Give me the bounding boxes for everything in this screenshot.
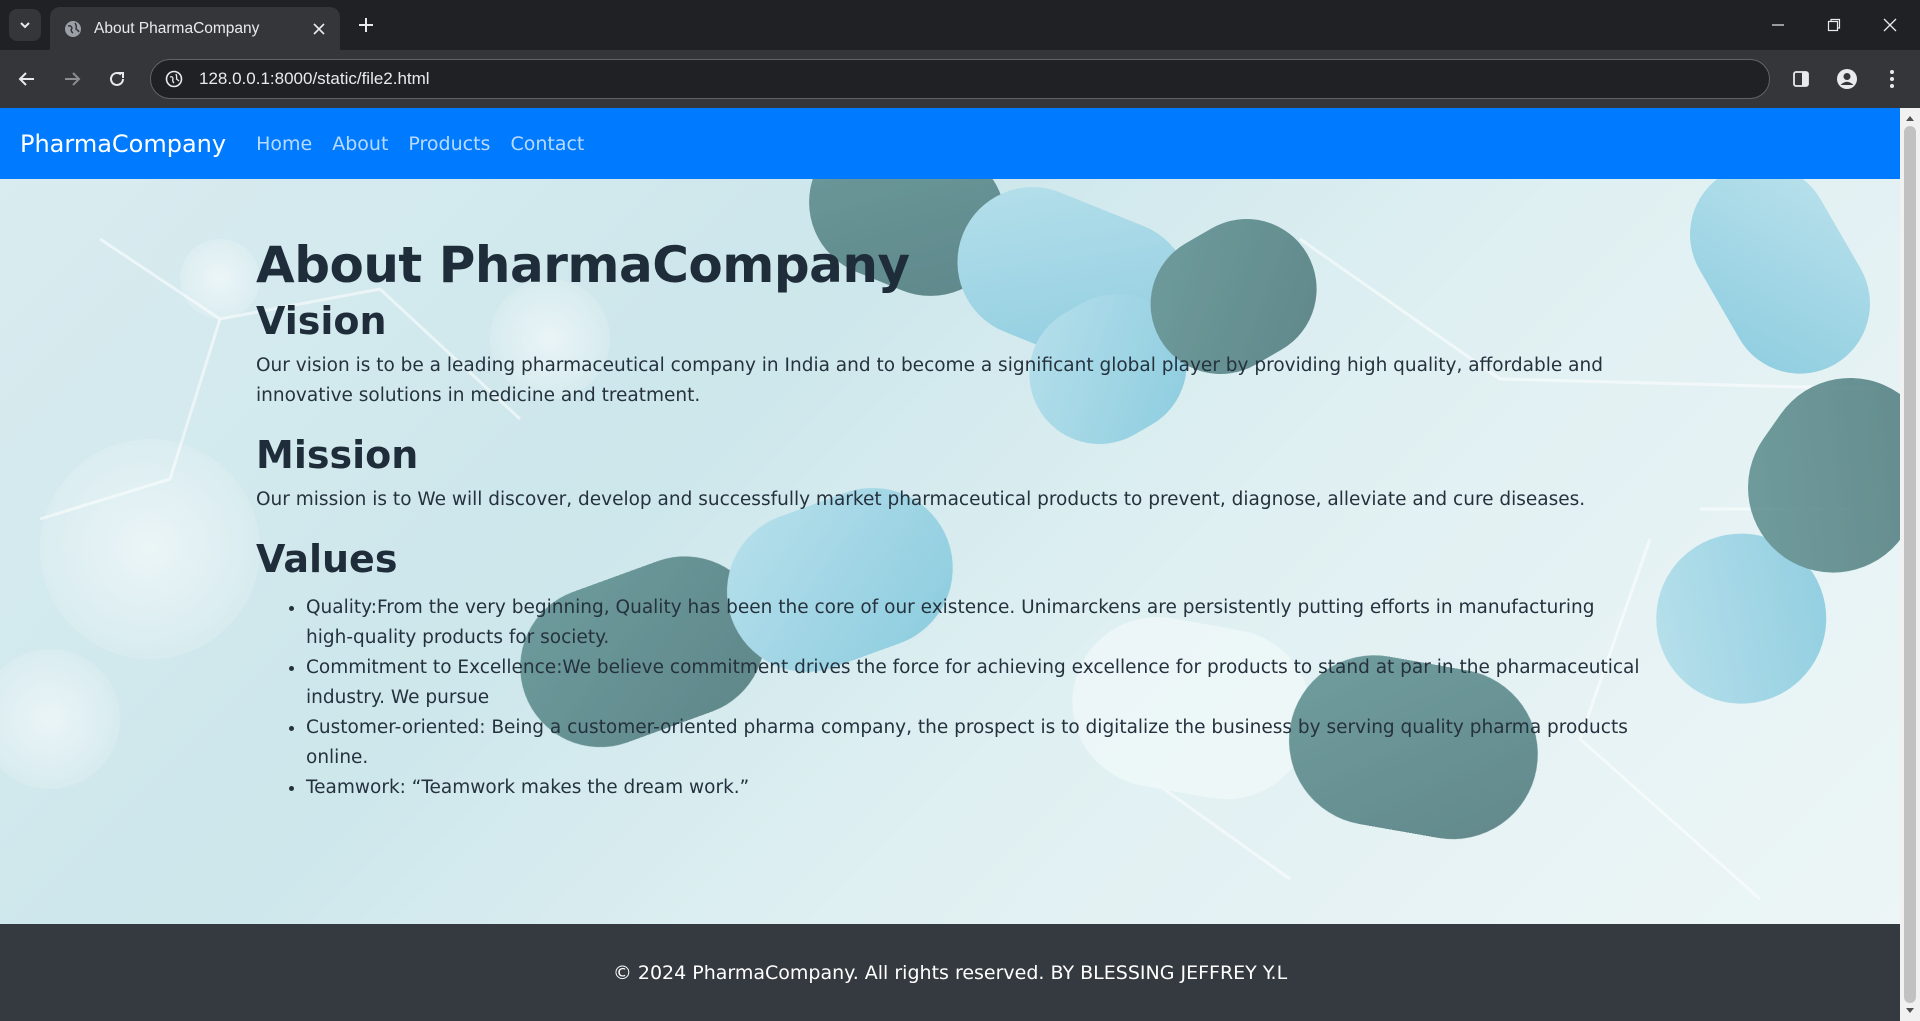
forward-button[interactable] xyxy=(56,63,88,95)
close-icon xyxy=(1883,18,1897,32)
page-scrollbar[interactable] xyxy=(1900,108,1920,1021)
restore-icon xyxy=(1827,18,1841,32)
nav-link-home[interactable]: Home xyxy=(256,133,312,155)
about-content: About PharmaCompany Vision Our vision is… xyxy=(256,235,1646,803)
minimize-button[interactable] xyxy=(1750,0,1806,50)
values-item-quality: Quality:From the very beginning, Quality… xyxy=(306,593,1646,653)
side-panel-button[interactable] xyxy=(1785,63,1817,95)
site-navbar: PharmaCompany Home About Products Contac… xyxy=(0,108,1900,179)
restore-button[interactable] xyxy=(1806,0,1862,50)
site-info-icon[interactable] xyxy=(163,68,185,90)
address-bar[interactable]: 128.0.0.1:8000/static/file2.html xyxy=(150,59,1770,99)
reload-icon xyxy=(110,71,124,86)
side-panel-icon xyxy=(1793,71,1809,87)
tab-close-button[interactable] xyxy=(306,16,332,42)
site-footer: © 2024 PharmaCompany. All rights reserve… xyxy=(0,924,1900,1021)
about-hero-section: About PharmaCompany Vision Our vision is… xyxy=(0,179,1900,924)
new-tab-button[interactable] xyxy=(352,11,380,39)
plus-icon xyxy=(359,18,373,32)
browser-toolbar: 128.0.0.1:8000/static/file2.html xyxy=(0,50,1920,108)
values-item-commitment: Commitment to Excellence:We believe comm… xyxy=(306,653,1646,713)
minimize-icon xyxy=(1772,24,1784,26)
chevron-down-icon xyxy=(20,22,30,29)
tab-title: About PharmaCompany xyxy=(94,19,260,37)
footer-copyright: © 2024 PharmaCompany. All rights reserve… xyxy=(612,961,1288,984)
mission-text: Our mission is to We will discover, deve… xyxy=(256,489,1586,510)
scroll-up-arrow-icon[interactable] xyxy=(1900,110,1920,126)
mission-section: Mission Our mission is to We will discov… xyxy=(256,431,1646,515)
avatar-icon xyxy=(1837,69,1857,89)
reload-button[interactable] xyxy=(101,63,133,95)
back-button[interactable] xyxy=(11,63,43,95)
values-section: Values Quality:From the very beginning, … xyxy=(256,535,1646,803)
arrow-left-icon xyxy=(18,72,34,86)
menu-button[interactable] xyxy=(1876,63,1908,95)
globe-icon xyxy=(64,20,82,38)
browser-tab-bar: About PharmaCompany xyxy=(0,0,1920,50)
values-list: Quality:From the very beginning, Quality… xyxy=(256,593,1646,803)
nav-link-products[interactable]: Products xyxy=(408,133,490,155)
kebab-menu-icon xyxy=(1890,70,1894,88)
tab-search-button[interactable] xyxy=(9,9,41,41)
scroll-down-arrow-icon[interactable] xyxy=(1900,1003,1920,1019)
url-text: 128.0.0.1:8000/static/file2.html xyxy=(199,69,430,88)
profile-button[interactable] xyxy=(1831,63,1863,95)
page-title: About PharmaCompany xyxy=(256,236,910,294)
arrow-right-icon xyxy=(65,72,81,86)
vision-section: Vision Our vision is to be a leading pha… xyxy=(256,297,1646,411)
vision-heading: Vision xyxy=(256,299,387,343)
close-window-button[interactable] xyxy=(1862,0,1918,50)
scrollbar-thumb[interactable] xyxy=(1904,126,1916,1003)
nav-link-about[interactable]: About xyxy=(332,133,388,155)
values-heading: Values xyxy=(256,537,398,581)
mission-heading: Mission xyxy=(256,433,419,477)
brand-link[interactable]: PharmaCompany xyxy=(20,130,226,158)
nav-link-contact[interactable]: Contact xyxy=(510,133,584,155)
close-icon xyxy=(313,22,325,35)
page-viewport: PharmaCompany Home About Products Contac… xyxy=(0,108,1900,1021)
values-item-customer: Customer-oriented: Being a customer-orie… xyxy=(306,713,1646,773)
browser-tab-active[interactable]: About PharmaCompany xyxy=(50,7,340,50)
values-item-teamwork: Teamwork: “Teamwork makes the dream work… xyxy=(306,773,1646,803)
vision-text: Our vision is to be a leading pharmaceut… xyxy=(256,355,1603,406)
